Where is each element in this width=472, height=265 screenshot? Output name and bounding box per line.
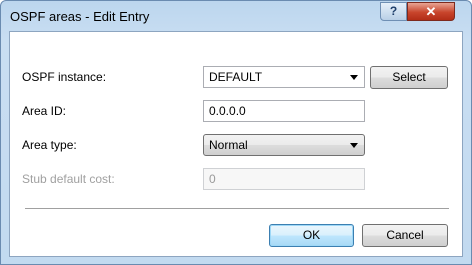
ok-button[interactable]: OK	[269, 224, 354, 247]
stub-default-cost-label: Stub default cost:	[22, 172, 115, 186]
area-type-label: Area type:	[22, 138, 77, 152]
close-button[interactable]: ✕	[407, 2, 455, 21]
ospf-instance-label: OSPF instance:	[22, 70, 107, 84]
window-title: OSPF areas - Edit Entry	[10, 9, 150, 24]
help-icon: ?	[389, 4, 398, 18]
title-bar[interactable]: OSPF areas - Edit Entry ? ✕	[1, 1, 471, 31]
separator	[25, 208, 449, 210]
help-button[interactable]: ?	[380, 2, 407, 21]
dialog-content: OSPF instance: DEFAULT Select Area ID: 0…	[9, 31, 463, 257]
select-button[interactable]: Select	[370, 66, 448, 89]
ospf-instance-value: DEFAULT	[209, 70, 263, 84]
chevron-down-icon[interactable]	[350, 75, 358, 80]
cancel-button[interactable]: Cancel	[362, 224, 448, 247]
area-id-field[interactable]: 0.0.0.0	[203, 100, 365, 122]
ospf-instance-combo[interactable]: DEFAULT	[203, 66, 365, 88]
dialog-window: OSPF areas - Edit Entry ? ✕ OSPF instanc…	[0, 0, 472, 265]
stub-default-cost-field: 0	[203, 168, 365, 190]
area-id-label: Area ID:	[22, 104, 67, 118]
close-icon: ✕	[425, 4, 437, 19]
area-type-select[interactable]: Normal	[203, 134, 365, 156]
chevron-down-icon[interactable]	[350, 143, 358, 148]
area-type-value: Normal	[209, 138, 248, 152]
